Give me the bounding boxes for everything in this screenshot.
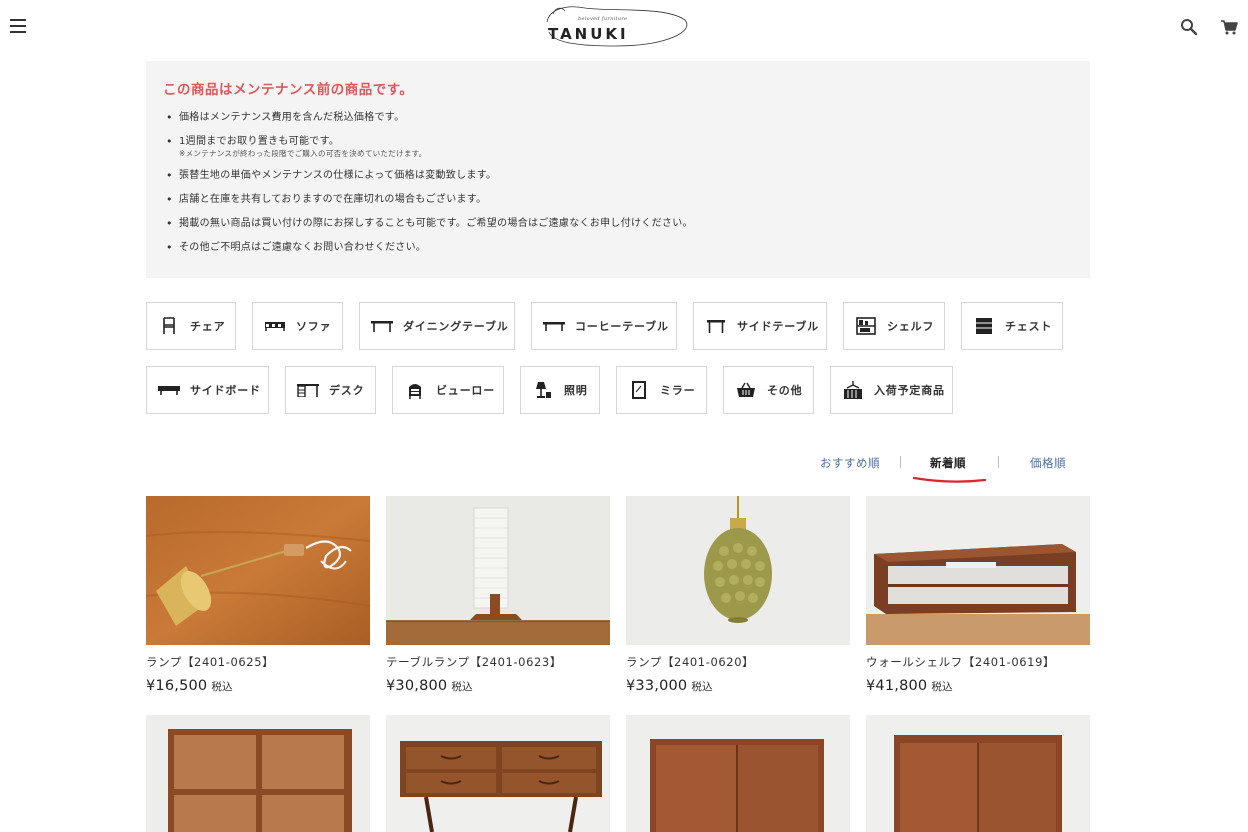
product-price: ¥33,000 税込	[626, 678, 713, 694]
product-card[interactable]: テーブルランプ【2401-0623】 ¥30,800 税込	[386, 496, 610, 694]
product-image[interactable]	[626, 715, 850, 832]
coffee-table-icon	[543, 315, 565, 337]
sort-price[interactable]: 価格順	[1030, 455, 1066, 471]
notice-item: 店舗と在庫を共有しておりますので在庫切れの場合もございます。	[166, 193, 1073, 206]
product-image[interactable]	[146, 496, 370, 645]
sort-recommended[interactable]: おすすめ順	[820, 455, 880, 471]
category-other[interactable]: その他	[723, 366, 814, 414]
product-name[interactable]: ランプ【2401-0620】	[626, 654, 850, 670]
notice-item: 掲載の無い商品は買い付けの際にお探しすることも可能です。ご希望の場合はご遠慮なく…	[166, 217, 1073, 230]
category-shelf[interactable]: シェルフ	[843, 302, 945, 350]
product-image[interactable]	[386, 715, 610, 832]
product-price: ¥30,800 税込	[386, 678, 473, 694]
category-chest[interactable]: チェスト	[961, 302, 1063, 350]
chair-icon	[158, 315, 180, 337]
product-name[interactable]: テーブルランプ【2401-0623】	[386, 654, 610, 670]
dining-table-icon	[371, 315, 393, 337]
sideboard-icon	[158, 379, 180, 401]
lamp-icon	[532, 379, 554, 401]
notice-subnote: ※メンテナンスが終わった段階でご購入の可否を決めていただけます。	[179, 149, 427, 158]
product-price: ¥16,500 税込	[146, 678, 233, 694]
notice-item: 1週間までお取り置きも可能です。※メンテナンスが終わった段階でご購入の可否を決め…	[166, 135, 1073, 158]
notice-item: その他ご不明点はご遠慮なくお問い合わせください。	[166, 241, 1073, 254]
product-card[interactable]	[146, 715, 370, 832]
notice-item: 張替生地の単価やメンテナンスの仕様によって価格は変動致します。	[166, 169, 1073, 182]
basket-icon	[735, 379, 757, 401]
notice-item: 価格はメンテナンス費用を含んだ税込価格です。	[166, 111, 1073, 124]
product-card[interactable]: ランプ【2401-0620】 ¥33,000 税込	[626, 496, 850, 694]
category-sofa[interactable]: ソファ	[252, 302, 343, 350]
sort-divider	[900, 456, 901, 468]
logo-brand: TANUKI	[548, 25, 629, 43]
category-chair[interactable]: チェア	[146, 302, 236, 350]
product-card[interactable]	[626, 715, 850, 832]
notice-title: この商品はメンテナンス前の商品です。	[163, 82, 414, 98]
maintenance-notice: この商品はメンテナンス前の商品です。 価格はメンテナンス費用を含んだ税込価格です…	[146, 61, 1090, 278]
category-bureau[interactable]: ビューロー	[392, 366, 504, 414]
side-table-icon	[705, 315, 727, 337]
product-name[interactable]: ウォールシェルフ【2401-0619】	[866, 654, 1090, 670]
category-dining-table[interactable]: ダイニングテーブル	[359, 302, 515, 350]
category-mirror[interactable]: ミラー	[616, 366, 707, 414]
category-coffee-table[interactable]: コーヒーテーブル	[531, 302, 677, 350]
site-logo[interactable]: beloved furniture TANUKI	[545, 2, 691, 50]
category-incoming[interactable]: 入荷予定商品	[830, 366, 953, 414]
category-side-table[interactable]: サイドテーブル	[693, 302, 827, 350]
menu-icon[interactable]	[10, 19, 26, 33]
category-desk[interactable]: デスク	[285, 366, 376, 414]
logo-tagline: beloved furniture	[578, 16, 628, 22]
search-icon[interactable]	[1180, 18, 1198, 36]
product-name[interactable]: ランプ【2401-0625】	[146, 654, 370, 670]
product-card[interactable]	[866, 715, 1090, 832]
product-image[interactable]	[866, 496, 1090, 645]
product-card[interactable]: ランプ【2401-0625】 ¥16,500 税込	[146, 496, 370, 694]
product-image[interactable]	[146, 715, 370, 832]
incoming-icon	[842, 379, 864, 401]
product-card[interactable]	[386, 715, 610, 832]
bureau-icon	[404, 379, 426, 401]
mirror-icon	[628, 379, 650, 401]
shelf-icon	[855, 315, 877, 337]
product-image[interactable]	[626, 496, 850, 645]
category-lighting[interactable]: 照明	[520, 366, 600, 414]
category-sideboard[interactable]: サイドボード	[146, 366, 269, 414]
sort-selected-underline	[913, 476, 987, 483]
product-image[interactable]	[386, 496, 610, 645]
product-image[interactable]	[866, 715, 1090, 832]
chest-icon	[973, 315, 995, 337]
cart-icon[interactable]	[1220, 18, 1238, 36]
sort-newest[interactable]: 新着順	[930, 455, 966, 471]
desk-icon	[297, 379, 319, 401]
product-card[interactable]: ウォールシェルフ【2401-0619】 ¥41,800 税込	[866, 496, 1090, 694]
product-price: ¥41,800 税込	[866, 678, 953, 694]
notice-list: 価格はメンテナンス費用を含んだ税込価格です。 1週間までお取り置きも可能です。※…	[163, 111, 1073, 254]
sofa-icon	[264, 315, 286, 337]
sort-divider	[998, 456, 999, 468]
